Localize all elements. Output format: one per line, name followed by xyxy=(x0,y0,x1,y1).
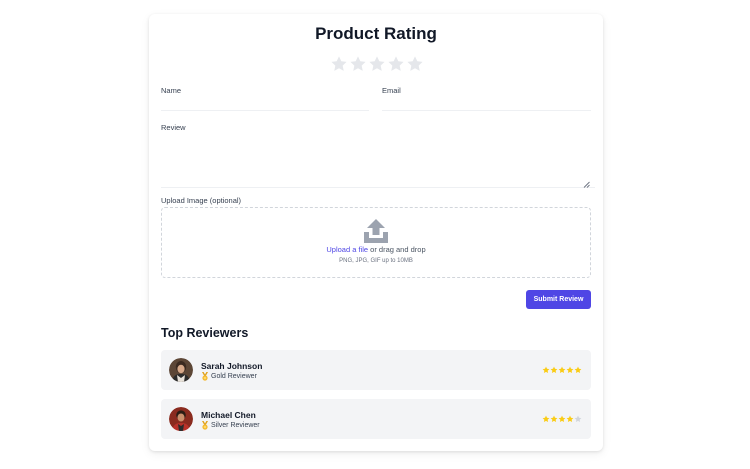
rating-card: Product Rating Name Email Review Upload … xyxy=(149,14,603,451)
upload-hint: PNG, JPG, GIF up to 10MB xyxy=(339,258,413,264)
name-input[interactable] xyxy=(161,97,369,109)
avatar xyxy=(169,407,193,431)
upload-instructions: Upload a file or drag and drop xyxy=(162,245,590,254)
upload-label: Upload Image (optional) xyxy=(161,196,242,205)
medal-icon xyxy=(201,372,209,381)
upload-icon xyxy=(363,218,389,243)
reviewer-name: Michael Chen xyxy=(201,410,256,420)
star-icon xyxy=(574,415,582,423)
star-icon xyxy=(542,366,550,374)
name-underline xyxy=(161,110,369,111)
star-icon xyxy=(566,366,574,374)
reviewer-badge: Gold Reviewer xyxy=(201,372,257,381)
star-icon[interactable] xyxy=(330,55,348,73)
email-label: Email xyxy=(382,86,401,95)
reviewer-card: Sarah Johnson Gold Reviewer xyxy=(161,350,591,390)
reviewer-badge-label: Silver Reviewer xyxy=(211,422,260,429)
rating-stars[interactable] xyxy=(330,55,424,73)
medal-icon xyxy=(201,421,209,430)
submit-review-button[interactable]: Submit Review xyxy=(526,290,591,309)
star-icon xyxy=(558,415,566,423)
star-icon xyxy=(566,415,574,423)
star-icon xyxy=(542,415,550,423)
star-icon xyxy=(574,366,582,374)
reviewer-card: Michael Chen Silver Reviewer xyxy=(161,399,591,439)
reviewer-badge-label: Gold Reviewer xyxy=(211,373,257,380)
reviewer-name: Sarah Johnson xyxy=(201,361,263,371)
email-underline xyxy=(382,110,591,111)
star-icon[interactable] xyxy=(368,55,386,73)
star-icon[interactable] xyxy=(387,55,405,73)
avatar xyxy=(169,358,193,382)
upload-file-link[interactable]: Upload a file xyxy=(326,245,368,254)
star-icon[interactable] xyxy=(406,55,424,73)
star-icon xyxy=(558,366,566,374)
star-icon xyxy=(550,415,558,423)
name-label: Name xyxy=(161,86,182,95)
upload-dropzone[interactable]: Upload a file or drag and drop PNG, JPG,… xyxy=(161,207,591,278)
resize-grip-icon[interactable] xyxy=(583,175,590,188)
top-reviewers-title: Top Reviewers xyxy=(161,326,249,340)
reviewer-badge: Silver Reviewer xyxy=(201,421,260,430)
star-icon[interactable] xyxy=(349,55,367,73)
star-icon xyxy=(550,366,558,374)
page-title: Product Rating xyxy=(315,24,437,43)
review-textarea[interactable] xyxy=(161,142,595,188)
email-input[interactable] xyxy=(382,97,591,109)
reviewer-rating xyxy=(542,366,582,374)
upload-drag-text: or drag and drop xyxy=(368,245,426,254)
reviewer-rating xyxy=(542,415,582,423)
review-label: Review xyxy=(161,123,186,132)
